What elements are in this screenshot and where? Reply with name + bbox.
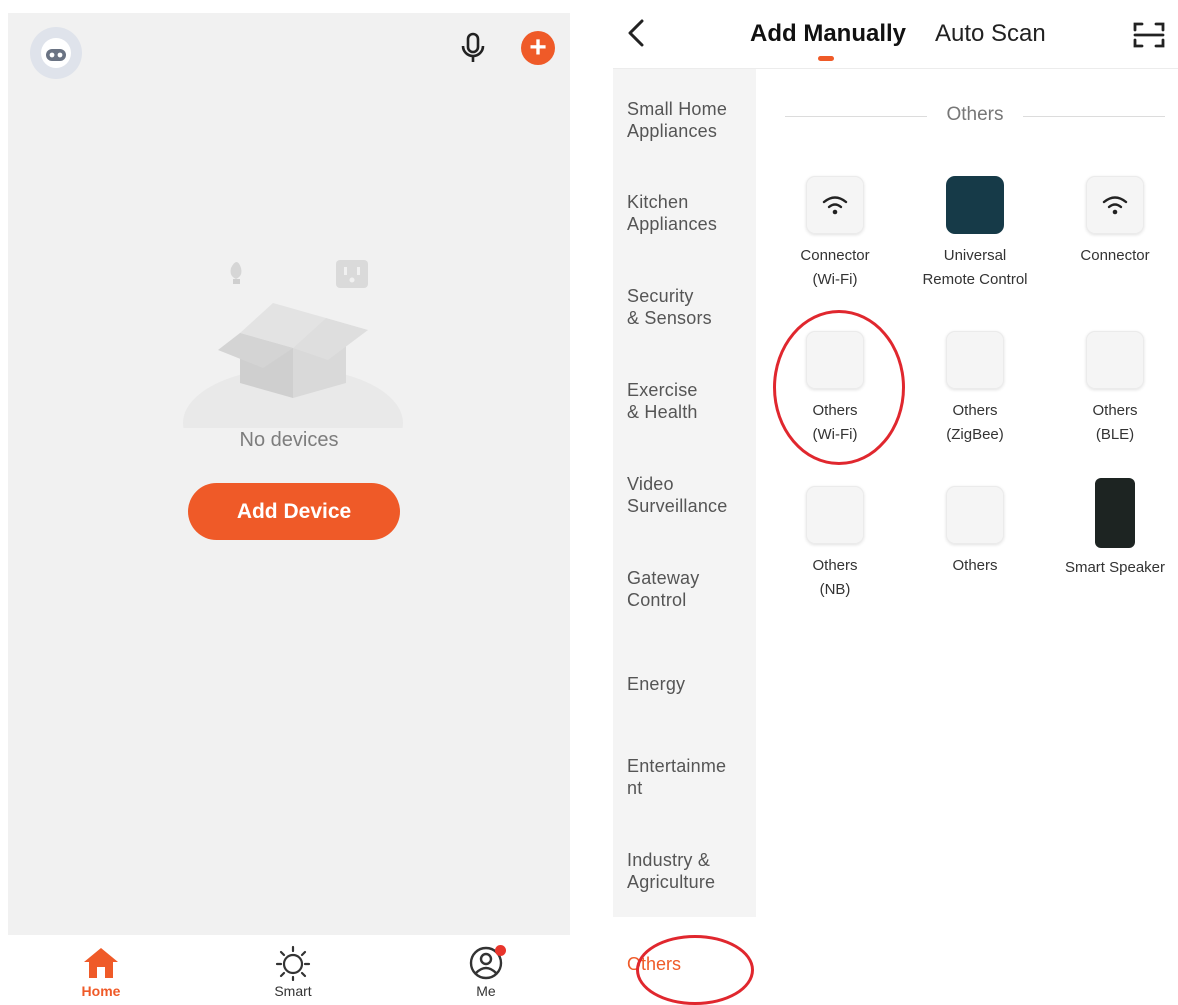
home-avatar[interactable] bbox=[30, 27, 82, 79]
sidebar-item-small-home-appliances[interactable]: Small Home Appliances bbox=[627, 98, 752, 142]
category-sidebar: Small Home Appliances Kitchen Appliances S… bbox=[613, 69, 756, 917]
highlight-circle bbox=[636, 935, 754, 1005]
empty-box-illustration bbox=[178, 238, 408, 478]
microphone-icon[interactable] bbox=[458, 31, 488, 65]
sidebar-item-kitchen-appliances[interactable]: Kitchen Appliances bbox=[627, 191, 752, 235]
device-label: Others (ZigBee) bbox=[946, 402, 1004, 443]
sidebar-item-entertainment[interactable]: Entertainme nt bbox=[627, 755, 752, 799]
home-icon bbox=[84, 948, 118, 978]
device-others-nb[interactable]: Others (NB) bbox=[770, 486, 900, 602]
blank-device-icon bbox=[946, 331, 1004, 389]
robot-avatar-icon bbox=[41, 38, 71, 68]
wifi-icon bbox=[806, 176, 864, 234]
device-others-ble[interactable]: Others (BLE) bbox=[1050, 331, 1178, 447]
sidebar-item-exercise-health[interactable]: Exercise & Health bbox=[627, 379, 752, 423]
tab-add-manually[interactable]: Add Manually bbox=[750, 20, 906, 48]
back-chevron-icon[interactable] bbox=[625, 18, 647, 48]
tab-auto-scan[interactable]: Auto Scan bbox=[935, 20, 1046, 48]
tab-me[interactable]: Me bbox=[446, 945, 526, 999]
scan-qr-icon[interactable] bbox=[1132, 20, 1166, 50]
sidebar-item-industry-agriculture[interactable]: Industry & Agriculture bbox=[627, 849, 752, 893]
tab-smart[interactable]: Smart bbox=[253, 945, 333, 999]
add-device-screen: Add Manually Auto Scan Small Home Applian… bbox=[613, 0, 1178, 1005]
device-universal-remote[interactable]: Universal Remote Control bbox=[910, 176, 1040, 292]
tab-me-label: Me bbox=[476, 983, 496, 999]
add-plus-icon[interactable]: + bbox=[521, 31, 555, 65]
top-nav: Add Manually Auto Scan bbox=[613, 0, 1178, 69]
device-connector[interactable]: Connector bbox=[1050, 176, 1178, 268]
tab-home[interactable]: Home bbox=[61, 945, 141, 999]
blank-device-icon bbox=[806, 486, 864, 544]
device-others-zigbee[interactable]: Others (ZigBee) bbox=[910, 331, 1040, 447]
blank-device-icon bbox=[1086, 331, 1144, 389]
tab-home-label: Home bbox=[81, 983, 121, 999]
sidebar-item-energy[interactable]: Energy bbox=[627, 673, 752, 695]
highlight-circle bbox=[773, 310, 905, 465]
sidebar-item-video-surveillance[interactable]: Video Surveillance bbox=[627, 473, 752, 517]
section-title: Others bbox=[946, 104, 1004, 125]
bottom-tab-bar: Home Smart Me bbox=[8, 935, 570, 1005]
sidebar-item-security-sensors[interactable]: Security & Sensors bbox=[627, 285, 752, 329]
device-label: Others bbox=[952, 557, 998, 574]
device-smart-speaker[interactable]: Smart Speaker bbox=[1050, 478, 1178, 580]
device-label: Universal Remote Control bbox=[922, 247, 1028, 288]
device-label: Smart Speaker bbox=[1064, 559, 1166, 576]
active-tab-indicator bbox=[818, 56, 834, 61]
add-device-button[interactable]: Add Device bbox=[188, 483, 400, 540]
device-label: Connector bbox=[1080, 247, 1150, 264]
tab-smart-label: Smart bbox=[274, 983, 312, 999]
sidebar-item-gateway-control[interactable]: Gateway Control bbox=[627, 567, 752, 611]
blank-device-icon bbox=[946, 486, 1004, 544]
device-others[interactable]: Others bbox=[910, 486, 1040, 578]
device-connector-wifi[interactable]: Connector (Wi-Fi) bbox=[770, 176, 900, 292]
home-screen: + No devices Add Device Home Smart Me bbox=[8, 13, 570, 1005]
speaker-icon bbox=[1095, 478, 1135, 548]
device-label: Others (NB) bbox=[812, 557, 858, 598]
sun-icon bbox=[275, 945, 311, 981]
empty-state-text: No devices bbox=[239, 429, 339, 451]
remote-icon bbox=[946, 176, 1004, 234]
wifi-icon bbox=[1086, 176, 1144, 234]
device-label: Connector (Wi-Fi) bbox=[800, 247, 870, 288]
device-label: Others (BLE) bbox=[1092, 402, 1138, 443]
notification-dot bbox=[495, 945, 506, 956]
section-header: Others bbox=[785, 104, 1165, 128]
